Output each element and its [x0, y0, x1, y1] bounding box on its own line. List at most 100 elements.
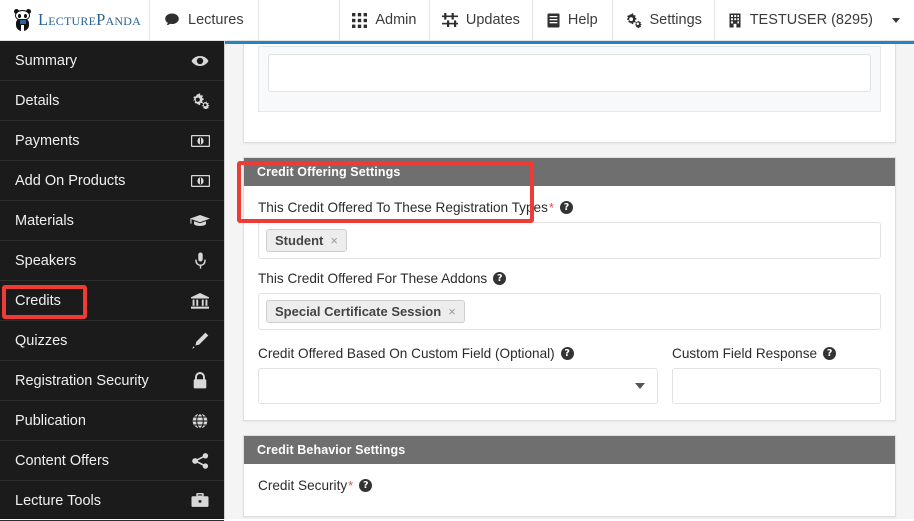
- share-icon: [190, 452, 210, 469]
- credit-offering-settings-title: Credit Offering Settings: [244, 158, 895, 186]
- tag-student[interactable]: Student ×: [266, 229, 347, 252]
- sidebar-item-credits[interactable]: Credits: [0, 281, 224, 321]
- nav-item-empty[interactable]: [259, 0, 340, 40]
- sidebar-item-details[interactable]: Details: [0, 81, 224, 121]
- bank-icon: [190, 292, 210, 309]
- custom-field-response-column: Custom Field Response ?: [672, 346, 881, 404]
- custom-field-response-input[interactable]: [672, 368, 881, 404]
- previous-panel-input[interactable]: [268, 54, 871, 92]
- registration-types-label-text: This Credit Offered To These Registratio…: [258, 200, 548, 215]
- nav-item-user-menu[interactable]: TESTUSER (8295): [715, 0, 914, 40]
- globe-icon: [190, 412, 210, 429]
- gears-icon: [190, 92, 210, 109]
- sliders-icon: [441, 12, 458, 28]
- sidebar-item-publication[interactable]: Publication: [0, 401, 224, 441]
- money-icon: [190, 174, 210, 187]
- credit-security-label-text: Credit Security: [258, 478, 348, 493]
- sidebar-item-content-offers[interactable]: Content Offers: [0, 441, 224, 481]
- sidebar-item-publication-label: Publication: [15, 412, 86, 429]
- sidebar-item-credits-label: Credits: [15, 292, 61, 309]
- sidebar-item-lecture-tools-label: Lecture Tools: [15, 492, 101, 509]
- sidebar-item-quizzes[interactable]: Quizzes: [0, 321, 224, 361]
- required-asterisk: *: [348, 478, 354, 493]
- credit-offering-settings-panel: Credit Offering Settings This Credit Off…: [243, 157, 896, 421]
- top-navigation-bar: LecturePanda Lectures Admin Updates Help…: [0, 0, 914, 41]
- addons-field: This Credit Offered For These Addons ? S…: [258, 271, 881, 330]
- sidebar: Summary Details Payments Add On Products: [0, 41, 225, 521]
- comment-icon: [164, 12, 180, 28]
- remove-tag-icon[interactable]: ×: [448, 304, 456, 319]
- sidebar-item-materials-label: Materials: [15, 212, 74, 229]
- nav-item-user-label: TESTUSER (8295): [749, 12, 873, 28]
- nav-item-admin[interactable]: Admin: [340, 0, 430, 40]
- registration-types-label: This Credit Offered To These Registratio…: [258, 200, 881, 215]
- sidebar-item-registration-security-label: Registration Security: [15, 372, 149, 389]
- nav-item-settings[interactable]: Settings: [613, 0, 715, 40]
- addons-label: This Credit Offered For These Addons ?: [258, 271, 881, 286]
- graduation-cap-icon: [190, 214, 210, 227]
- money-icon: [190, 134, 210, 147]
- nav-item-updates[interactable]: Updates: [430, 0, 533, 40]
- scroll-area[interactable]: Credit Offering Settings This Credit Off…: [225, 44, 914, 517]
- grid-icon: [352, 12, 368, 28]
- credit-offering-settings-body: This Credit Offered To These Registratio…: [244, 186, 895, 420]
- addons-label-text: This Credit Offered For These Addons: [258, 271, 488, 286]
- previous-panel-inner-box: [258, 46, 881, 112]
- panda-logo-icon: [14, 8, 31, 31]
- nav-item-help-label: Help: [567, 12, 598, 28]
- sidebar-item-payments-label: Payments: [15, 132, 80, 149]
- sidebar-item-add-on-products[interactable]: Add On Products: [0, 161, 224, 201]
- remove-tag-icon[interactable]: ×: [330, 233, 338, 248]
- tag-special-certificate-session[interactable]: Special Certificate Session ×: [266, 300, 465, 323]
- brand-name: LecturePanda: [38, 10, 141, 29]
- help-icon[interactable]: ?: [823, 347, 837, 360]
- sidebar-item-speakers[interactable]: Speakers: [0, 241, 224, 281]
- help-icon[interactable]: ?: [560, 347, 574, 360]
- credit-behavior-settings-panel: Credit Behavior Settings Credit Security…: [243, 435, 896, 517]
- custom-field-select[interactable]: [258, 368, 658, 404]
- sidebar-item-registration-security[interactable]: Registration Security: [0, 361, 224, 401]
- credit-behavior-settings-title: Credit Behavior Settings: [244, 436, 895, 464]
- sidebar-item-materials[interactable]: Materials: [0, 201, 224, 241]
- registration-types-tag-input[interactable]: Student ×: [258, 222, 881, 259]
- nav-item-lectures-label: Lectures: [188, 12, 244, 28]
- sidebar-item-summary-label: Summary: [15, 52, 78, 69]
- microphone-icon: [190, 252, 210, 269]
- custom-field-label-text: Credit Offered Based On Custom Field (Op…: [258, 346, 555, 361]
- tag-special-certificate-session-label: Special Certificate Session: [275, 304, 442, 319]
- accent-bar: [225, 41, 914, 44]
- sidebar-item-summary[interactable]: Summary: [0, 41, 224, 81]
- sidebar-item-add-on-products-label: Add On Products: [15, 172, 126, 189]
- custom-field-row: Credit Offered Based On Custom Field (Op…: [258, 346, 881, 404]
- chevron-down-icon[interactable]: [892, 17, 900, 23]
- help-icon[interactable]: ?: [359, 479, 373, 492]
- custom-field-response-label: Custom Field Response ?: [672, 346, 881, 361]
- custom-field-column: Credit Offered Based On Custom Field (Op…: [258, 346, 658, 404]
- addons-tag-input[interactable]: Special Certificate Session ×: [258, 293, 881, 330]
- credit-behavior-settings-body: Credit Security * ?: [244, 464, 895, 516]
- required-asterisk: *: [548, 200, 554, 215]
- help-icon[interactable]: ?: [559, 201, 573, 214]
- sidebar-item-details-label: Details: [15, 92, 60, 109]
- sidebar-item-speakers-label: Speakers: [15, 252, 77, 269]
- previous-panel-partial: [243, 44, 896, 143]
- building-icon: [729, 13, 741, 28]
- book-icon: [547, 13, 560, 28]
- sidebar-item-payments[interactable]: Payments: [0, 121, 224, 161]
- sidebar-item-content-offers-label: Content Offers: [15, 452, 110, 469]
- brand-logo-link[interactable]: LecturePanda: [0, 0, 150, 40]
- tag-student-label: Student: [275, 233, 324, 248]
- pencil-icon: [190, 332, 210, 349]
- sidebar-item-lecture-tools[interactable]: Lecture Tools: [0, 481, 224, 521]
- lock-icon: [190, 372, 210, 389]
- credit-security-label: Credit Security * ?: [258, 478, 881, 493]
- nav-item-lectures[interactable]: Lectures: [150, 0, 259, 40]
- help-icon[interactable]: ?: [493, 272, 507, 285]
- nav-item-help[interactable]: Help: [533, 0, 613, 40]
- sidebar-item-quizzes-label: Quizzes: [15, 332, 68, 349]
- eye-icon: [190, 55, 210, 67]
- gears-icon: [625, 12, 642, 28]
- custom-field-label: Credit Offered Based On Custom Field (Op…: [258, 346, 658, 361]
- registration-types-field: This Credit Offered To These Registratio…: [258, 200, 881, 259]
- briefcase-icon: [190, 493, 210, 508]
